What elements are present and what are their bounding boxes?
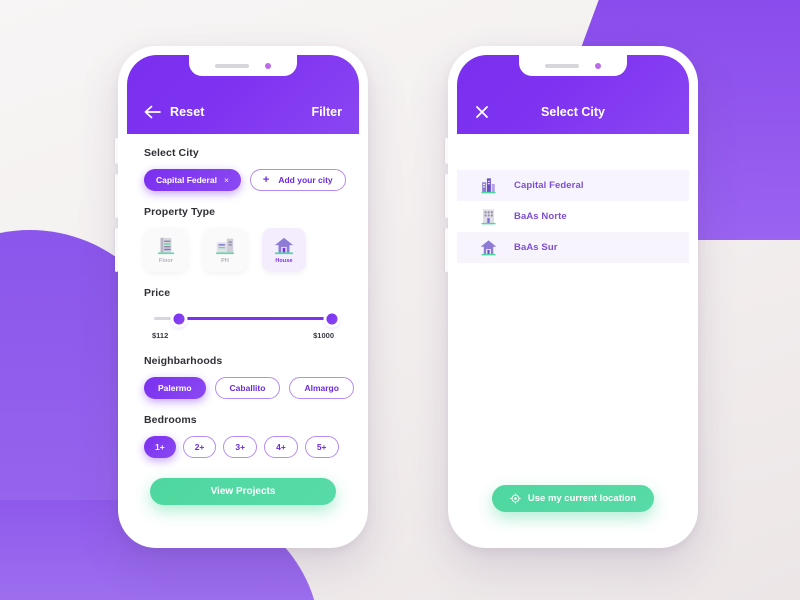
price-range-slider[interactable]: $112 $1000 xyxy=(144,309,342,340)
add-your-city-label: Add your city xyxy=(278,175,333,185)
phone-side-button xyxy=(445,138,448,164)
slider-track xyxy=(154,313,338,324)
view-projects-button[interactable]: View Projects xyxy=(150,478,336,505)
house-icon xyxy=(479,238,498,257)
phone-volume-down-button xyxy=(115,228,118,272)
price-heading: Price xyxy=(144,287,171,299)
select-city-title: Select City xyxy=(541,105,605,119)
neighborhood-option-almargo[interactable]: Almargo xyxy=(289,377,354,399)
add-your-city-button[interactable]: + Add your city xyxy=(249,169,346,191)
bedroom-option-1[interactable]: 1+ xyxy=(144,436,176,458)
bedroom-option-3[interactable]: 3+ xyxy=(223,436,258,458)
price-max-label: $1000 xyxy=(313,331,334,340)
list-item[interactable]: BaAs Sur xyxy=(457,232,689,263)
bedroom-options: 1+ 2+ 3+ 4+ 5+ xyxy=(144,436,342,458)
front-camera-dot xyxy=(265,62,271,69)
phone-mockup-filter: Reset Filter Select City Capital Federal… xyxy=(115,46,368,548)
neighborhood-option-palermo[interactable]: Palermo xyxy=(144,377,206,399)
list-top-spacer xyxy=(457,134,689,170)
phone-volume-up-button xyxy=(445,174,448,218)
close-icon[interactable] xyxy=(474,104,490,120)
city-name: BaAs Sur xyxy=(514,242,558,253)
property-type-heading: Property Type xyxy=(144,206,216,218)
property-type-options: Floor PH House xyxy=(144,228,342,272)
neighborhood-options: Palermo Caballito Almargo xyxy=(144,377,354,399)
filter-body: Select City Capital Federal × + Add your… xyxy=(127,134,359,505)
use-current-location-button[interactable]: Use my current location xyxy=(491,485,655,512)
city-chip-row: Capital Federal × + Add your city xyxy=(144,169,346,191)
property-type-option-house[interactable]: House xyxy=(262,228,306,272)
phone-side-button xyxy=(115,138,118,164)
phone-volume-down-button xyxy=(445,228,448,272)
phone-volume-up-button xyxy=(115,174,118,218)
location-button-area: Use my current location xyxy=(457,485,689,512)
property-type-label: House xyxy=(275,258,293,264)
property-type-option-ph[interactable]: PH xyxy=(203,228,247,272)
phone-notch xyxy=(189,55,297,76)
neighborhood-option-caballito[interactable]: Caballito xyxy=(214,377,281,399)
bedroom-option-5[interactable]: 5+ xyxy=(304,436,339,458)
bedrooms-heading: Bedrooms xyxy=(144,414,197,426)
phone-mockup-select-city: Select City Capital Federal BaAs Norte B… xyxy=(445,46,698,548)
arrow-left-icon[interactable] xyxy=(144,105,161,119)
selected-city-chip[interactable]: Capital Federal × xyxy=(144,169,241,191)
filter-title: Filter xyxy=(311,105,342,119)
apartment-icon xyxy=(479,207,498,226)
house-icon xyxy=(273,236,295,256)
filter-screen: Reset Filter Select City Capital Federal… xyxy=(127,55,359,539)
phone-notch xyxy=(519,55,627,76)
property-type-option-floor[interactable]: Floor xyxy=(144,228,188,272)
property-type-label: PH xyxy=(221,258,229,264)
bedroom-option-2[interactable]: 2+ xyxy=(182,436,217,458)
speaker-grille xyxy=(545,63,579,68)
price-labels: $112 $1000 xyxy=(150,331,336,340)
reset-button[interactable]: Reset xyxy=(170,105,205,119)
selected-city-label: Capital Federal xyxy=(156,175,217,185)
slider-handle-min[interactable] xyxy=(173,313,185,324)
select-city-header: Select City xyxy=(457,55,689,134)
neighborhoods-heading: Neighbarhoods xyxy=(144,355,223,367)
ph-building-icon xyxy=(214,236,236,256)
slider-fill xyxy=(178,317,332,320)
list-item[interactable]: BaAs Norte xyxy=(457,201,689,232)
front-camera-dot xyxy=(595,62,601,69)
skyscrapers-icon xyxy=(479,176,498,195)
plus-icon: + xyxy=(262,173,270,186)
city-name: BaAs Norte xyxy=(514,211,567,222)
remove-city-icon[interactable]: × xyxy=(224,175,229,185)
price-min-label: $112 xyxy=(152,331,169,340)
crosshair-icon xyxy=(510,493,521,504)
list-item[interactable]: Capital Federal xyxy=(457,170,689,201)
select-city-screen: Select City Capital Federal BaAs Norte B… xyxy=(457,55,689,539)
speaker-grille xyxy=(215,63,249,68)
city-name: Capital Federal xyxy=(514,180,584,191)
select-city-heading: Select City xyxy=(144,147,199,159)
slider-handle-max[interactable] xyxy=(326,313,338,324)
filter-header: Reset Filter xyxy=(127,55,359,134)
property-type-label: Floor xyxy=(158,258,174,264)
building-floors-icon xyxy=(155,236,177,256)
use-current-location-label: Use my current location xyxy=(527,493,637,504)
bedroom-option-4[interactable]: 4+ xyxy=(264,436,298,458)
canvas: Reset Filter Select City Capital Federal… xyxy=(0,0,800,600)
